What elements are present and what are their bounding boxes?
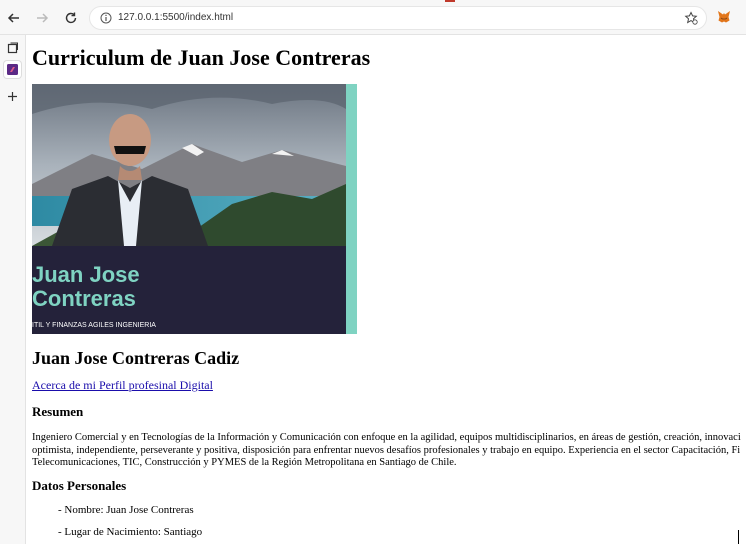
page-content: Curriculum de Juan Jose Contreras Juan J… [32,35,746,544]
resumen-line: Telecomunicaciones, TIC, Construcción y … [32,457,457,468]
browser-sidebar [0,35,26,544]
browser-toolbar: 127.0.0.1:5500/index.html [0,0,746,35]
forward-arrow-icon [37,13,49,23]
reload-button[interactable] [61,8,81,28]
datos-heading: Datos Personales [32,478,127,493]
forward-button[interactable] [32,8,52,28]
name-heading: Juan Jose Contreras Cadiz [32,348,240,368]
photo-name-line1: Juan Jose [32,262,140,287]
metamask-extension-icon[interactable] [716,9,732,25]
plus-icon [8,92,17,101]
tab-actions-icon [7,42,18,53]
app-icon [7,64,18,75]
resumen-line: optimista, independiente, perseverante y… [32,444,741,456]
list-item: - Lugar de Nacimiento: Santiago [58,526,203,538]
back-arrow-icon [7,13,19,23]
text-cursor [738,530,739,544]
address-bar[interactable]: 127.0.0.1:5500/index.html [89,6,707,30]
url-text[interactable]: 127.0.0.1:5500/index.html [118,12,233,23]
sidebar-item-app[interactable] [4,61,21,78]
favorite-star-icon[interactable] [684,11,698,25]
resumen-line: Ingeniero Comercial y en Tecnologías de … [32,432,741,443]
photo-name-line2: Contreras [32,286,136,311]
page-title: Curriculum de Juan Jose Contreras [32,45,371,70]
resumen-text: Ingeniero Comercial y en Tecnologías de … [32,432,746,470]
sidebar-add-button[interactable] [4,88,21,105]
resumen-heading: Resumen [32,404,84,419]
tab-indicator [445,0,455,2]
site-info-icon[interactable] [100,12,112,24]
profile-photo: Juan Jose Contreras ITIL Y FINANZAS AGIL… [32,84,357,334]
reload-icon [65,12,77,24]
back-button[interactable] [4,8,24,28]
sidebar-item-tab-actions[interactable] [4,39,21,56]
profile-link[interactable]: Acerca de mi Perfil profesinal Digital [32,378,213,393]
list-item: - Nombre: Juan Jose Contreras [58,504,194,516]
photo-caption: ITIL Y FINANZAS AGILES INGENIERIA [32,322,156,329]
